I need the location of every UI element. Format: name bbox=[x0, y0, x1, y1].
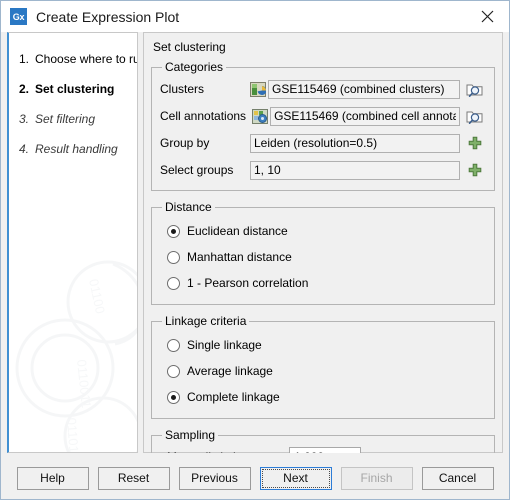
next-button-label: Next bbox=[283, 471, 308, 485]
step-label: Result handling bbox=[35, 142, 118, 156]
distance-legend: Distance bbox=[165, 200, 212, 214]
radio-indicator bbox=[167, 276, 180, 290]
radio-indicator bbox=[167, 390, 180, 404]
step-label: Set filtering bbox=[35, 112, 96, 126]
svg-text:011010: 011010 bbox=[64, 417, 82, 453]
cell-annotations-input[interactable] bbox=[270, 106, 460, 126]
svg-text:01100: 01100 bbox=[86, 278, 108, 316]
previous-button[interactable]: Previous bbox=[178, 466, 251, 490]
radio-indicator bbox=[167, 364, 180, 378]
option-label: Manhattan distance bbox=[187, 250, 292, 264]
title-bar: Gx Create Expression Plot bbox=[1, 1, 509, 32]
radio-indicator bbox=[167, 250, 180, 264]
distance-option-pearson[interactable]: 1 - Pearson correlation bbox=[160, 270, 486, 296]
step-number: 4. bbox=[19, 142, 30, 156]
option-label: Single linkage bbox=[187, 338, 262, 352]
clusters-input[interactable] bbox=[268, 79, 460, 99]
radio-indicator bbox=[167, 338, 180, 352]
wizard-steps-sidebar: 01100 0110011 011010 1. Choose where to … bbox=[7, 32, 138, 453]
green-plus-icon-group-by[interactable] bbox=[464, 133, 486, 153]
step-label: Set clustering bbox=[35, 82, 115, 96]
cell-annotations-label: Cell annotations bbox=[160, 109, 247, 123]
step-number: 2. bbox=[19, 82, 30, 96]
step-item-3[interactable]: 3. Set filtering bbox=[9, 104, 137, 134]
page-title: Set clustering bbox=[153, 40, 226, 54]
categories-legend: Categories bbox=[165, 60, 224, 74]
linkage-option-complete[interactable]: Complete linkage bbox=[160, 384, 486, 410]
close-icon[interactable] bbox=[465, 1, 509, 32]
create-expression-plot-dialog: Gx Create Expression Plot 01100 0110011 … bbox=[0, 0, 510, 500]
group-by-input[interactable] bbox=[250, 133, 460, 153]
linkage-legend: Linkage criteria bbox=[165, 314, 247, 328]
option-label: Average linkage bbox=[187, 364, 273, 378]
group-by-label: Group by bbox=[160, 136, 210, 150]
clusters-row: Clusters bbox=[160, 78, 486, 100]
decorative-watermark: 01100 0110011 011010 bbox=[15, 260, 137, 453]
step-list: 1. Choose where to run 2. Set clustering… bbox=[9, 33, 137, 164]
cluster-chart-icon bbox=[250, 81, 266, 97]
window-title: Create Expression Plot bbox=[36, 8, 180, 25]
annotation-grid-icon bbox=[252, 108, 269, 124]
option-label: Euclidean distance bbox=[187, 224, 288, 238]
clusters-label: Clusters bbox=[160, 82, 205, 96]
step-content-panel: Set clustering Categories Clusters GSE11… bbox=[143, 32, 503, 477]
browse-folder-search-icon-clusters[interactable] bbox=[464, 79, 486, 99]
select-groups-row: Select groups bbox=[160, 159, 486, 181]
step-label: Choose where to run bbox=[35, 52, 138, 66]
help-button[interactable]: Help bbox=[16, 466, 89, 490]
categories-group: Categories Clusters GSE115469 (combined … bbox=[151, 60, 495, 191]
option-label: Complete linkage bbox=[187, 390, 280, 404]
green-plus-icon-select-groups[interactable] bbox=[464, 160, 486, 180]
step-item-1[interactable]: 1. Choose where to run bbox=[9, 44, 137, 74]
group-by-row: Group by bbox=[160, 132, 486, 154]
dialog-footer: Help Reset Previous Next Finish Cancel bbox=[1, 453, 509, 499]
linkage-criteria-group: Linkage criteria Single linkage Average … bbox=[151, 314, 495, 419]
radio-indicator bbox=[167, 224, 180, 238]
sampling-legend: Sampling bbox=[165, 428, 216, 442]
cancel-button[interactable]: Cancel bbox=[421, 466, 494, 490]
distance-group: Distance Euclidean distance Manhattan di… bbox=[151, 200, 495, 305]
cell-annotations-row: Cell annotations bbox=[160, 105, 486, 127]
step-number: 1. bbox=[19, 52, 30, 66]
step-item-2[interactable]: 2. Set clustering bbox=[9, 74, 137, 104]
reset-button[interactable]: Reset bbox=[97, 466, 170, 490]
browse-folder-search-icon-cell-annotations[interactable] bbox=[464, 106, 486, 126]
linkage-option-single[interactable]: Single linkage bbox=[160, 332, 486, 358]
svg-text:0110011: 0110011 bbox=[74, 359, 94, 409]
distance-option-manhattan[interactable]: Manhattan distance bbox=[160, 244, 486, 270]
option-label: 1 - Pearson correlation bbox=[187, 276, 309, 290]
select-groups-label: Select groups bbox=[160, 163, 234, 177]
distance-option-euclidean[interactable]: Euclidean distance bbox=[160, 218, 486, 244]
linkage-option-average[interactable]: Average linkage bbox=[160, 358, 486, 384]
select-groups-input[interactable] bbox=[250, 160, 460, 180]
next-button[interactable]: Next bbox=[259, 466, 332, 490]
step-item-4[interactable]: 4. Result handling bbox=[9, 134, 137, 164]
app-icon: Gx bbox=[10, 8, 27, 25]
step-number: 3. bbox=[19, 112, 30, 126]
finish-button: Finish bbox=[340, 466, 413, 490]
dialog-body: 01100 0110011 011010 1. Choose where to … bbox=[1, 32, 509, 477]
